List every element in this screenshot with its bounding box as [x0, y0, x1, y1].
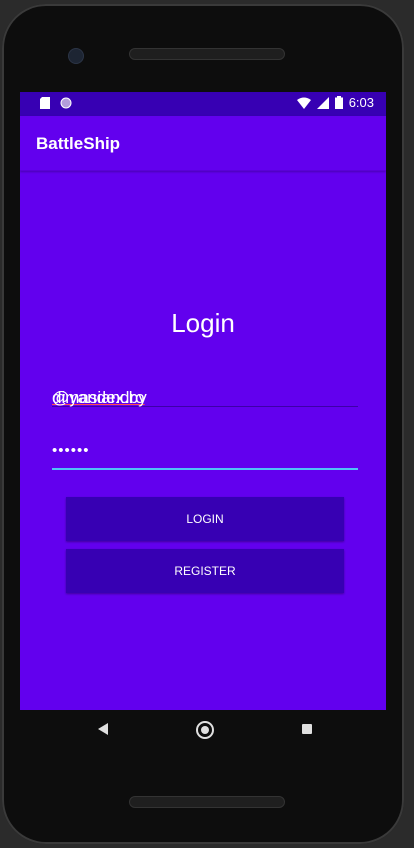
top-speaker	[129, 48, 285, 60]
email-field[interactable]: dimasiandro @yandex.by	[52, 372, 358, 407]
password-value: ••••••	[52, 442, 90, 459]
status-bar: 6:03	[20, 92, 386, 116]
login-button[interactable]: LOGIN	[66, 497, 344, 541]
app-bar: BattleShip	[20, 116, 386, 171]
status-bar-left	[40, 97, 72, 109]
login-heading: Login	[171, 308, 235, 338]
status-bar-right: 6:03	[296, 95, 374, 110]
battery-icon	[334, 96, 343, 109]
back-icon[interactable]	[98, 723, 108, 735]
password-field[interactable]: ••••••	[52, 434, 358, 470]
recents-icon[interactable]	[302, 724, 312, 734]
app-screen: 6:03 BattleShip Login dimasiandro @yandex…	[20, 92, 386, 710]
bottom-speaker	[129, 796, 285, 808]
app-title: BattleShip	[36, 134, 121, 153]
sync-icon	[60, 97, 72, 109]
status-time: 6:03	[348, 95, 374, 110]
front-camera-icon	[68, 48, 84, 64]
signal-icon	[316, 96, 329, 109]
wifi-icon	[296, 97, 311, 109]
desktop-background: 6:03 BattleShip Login dimasiandro @yandex…	[0, 0, 414, 848]
home-icon[interactable]	[196, 721, 214, 739]
sd-card-icon	[40, 97, 50, 109]
email-value-domain: @yandex.by	[52, 388, 147, 407]
navigation-bar	[20, 710, 386, 754]
register-button[interactable]: REGISTER	[66, 549, 344, 593]
